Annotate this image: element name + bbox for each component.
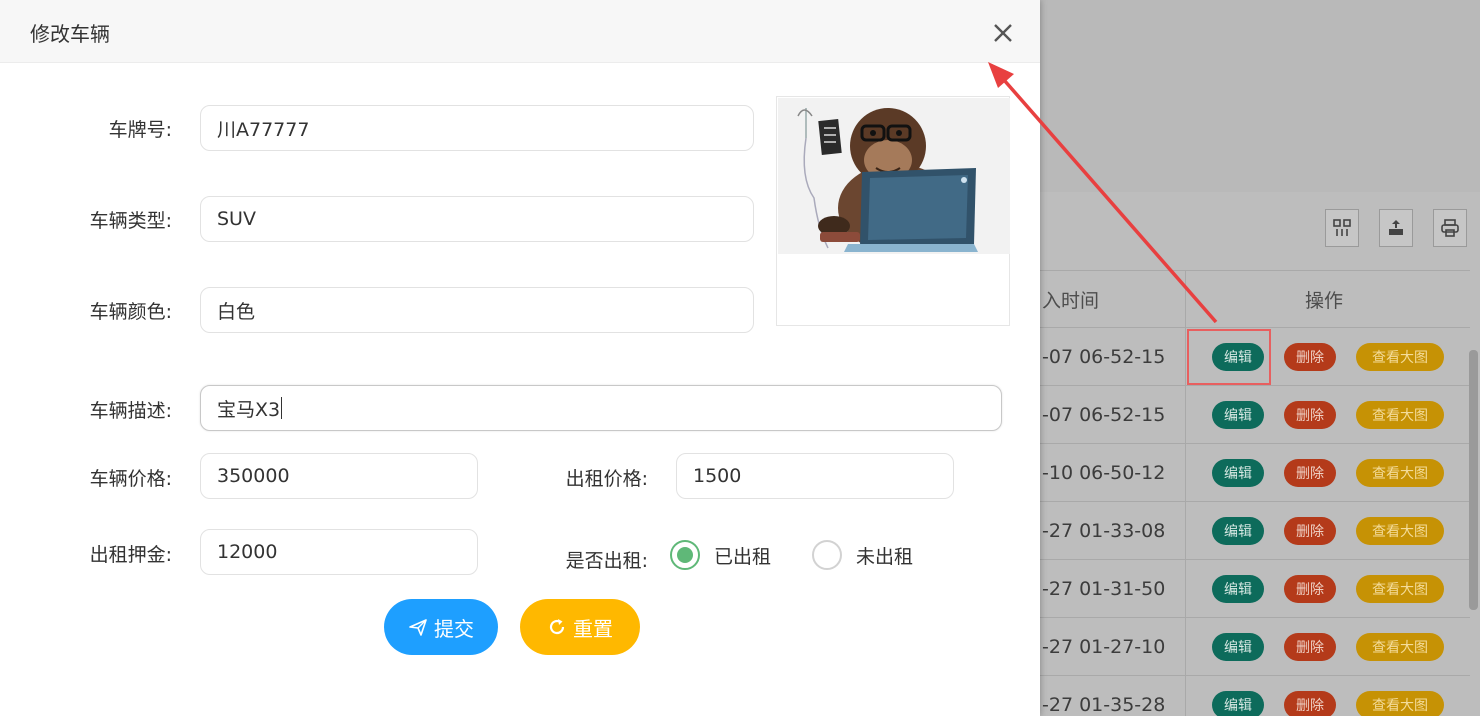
edit-button[interactable]: 编辑	[1212, 516, 1264, 545]
view-image-button[interactable]: 查看大图	[1356, 400, 1444, 429]
color-label: 车辆颜色:	[89, 301, 172, 323]
deposit-label: 出租押金:	[89, 544, 172, 566]
cell-operations: 编辑 删除 查看大图	[1185, 676, 1470, 716]
delete-button[interactable]: 删除	[1284, 516, 1336, 545]
radio-unchecked-icon	[812, 540, 842, 570]
reset-button[interactable]: 重置	[520, 599, 640, 655]
cell-operations: 编辑 删除 查看大图	[1185, 386, 1470, 443]
deposit-value: 12000	[217, 541, 278, 563]
edit-button[interactable]: 编辑	[1212, 458, 1264, 487]
delete-button[interactable]: 删除	[1284, 632, 1336, 661]
edit-button[interactable]: 编辑	[1212, 400, 1264, 429]
refresh-icon	[549, 619, 565, 635]
cell-operations: 编辑 删除 查看大图	[1185, 618, 1470, 675]
annotation-highlight-box	[1187, 329, 1271, 385]
description-label: 车辆描述:	[89, 400, 172, 422]
table-row: -27 01-31-50 编辑 删除 查看大图	[1040, 560, 1470, 618]
delete-button[interactable]: 删除	[1284, 400, 1336, 429]
radio-checked-icon	[670, 540, 700, 570]
price-value: 350000	[217, 465, 290, 487]
type-input[interactable]: SUV	[200, 196, 754, 242]
edit-vehicle-dialog: 修改车辆 车牌号: 川A77777 车辆类型: SUV 车辆颜色: 白色 车辆描…	[0, 0, 1040, 716]
rent-price-label: 出租价格:	[565, 468, 648, 490]
dialog-header: 修改车辆	[0, 0, 1040, 63]
delete-button[interactable]: 删除	[1284, 574, 1336, 603]
edit-button[interactable]: 编辑	[1212, 574, 1264, 603]
description-value: 宝马X3	[217, 398, 281, 421]
columns-icon[interactable]	[1325, 209, 1359, 247]
view-image-button[interactable]: 查看大图	[1356, 458, 1444, 487]
cell-operations: 编辑 删除 查看大图	[1185, 444, 1470, 501]
plate-label: 车牌号:	[108, 119, 172, 141]
cell-time: -07 06-52-15	[1042, 345, 1166, 368]
cell-time: -27 01-33-08	[1042, 519, 1166, 542]
submit-button[interactable]: 提交	[384, 599, 498, 655]
deposit-input[interactable]: 12000	[200, 529, 478, 575]
price-input[interactable]: 350000	[200, 453, 478, 499]
delete-button[interactable]: 删除	[1284, 342, 1336, 371]
radio-rented-label: 已出租	[714, 545, 772, 568]
vehicle-photo-upload[interactable]	[776, 96, 1010, 326]
plate-input[interactable]: 川A77777	[200, 105, 754, 151]
delete-button[interactable]: 删除	[1284, 690, 1336, 716]
send-icon	[409, 619, 427, 636]
export-icon[interactable]	[1379, 209, 1413, 247]
vehicle-photo	[778, 98, 1010, 254]
text-cursor	[281, 397, 283, 419]
dialog-title: 修改车辆	[30, 22, 110, 46]
description-input[interactable]: 宝马X3	[200, 385, 1002, 431]
submit-label: 提交	[434, 616, 474, 641]
table-row: -10 06-50-12 编辑 删除 查看大图	[1040, 444, 1470, 502]
view-image-button[interactable]: 查看大图	[1356, 690, 1444, 716]
column-header-time: 入时间	[1042, 289, 1100, 312]
plate-value: 川A77777	[217, 118, 310, 141]
table-body: -07 06-52-15 编辑 删除 查看大图 -07 06-52-15 编辑 删除 查看大图…	[1040, 328, 1470, 716]
radio-not-rented[interactable]: 未出租	[812, 540, 913, 570]
type-value: SUV	[217, 208, 256, 230]
column-header-operations: 操作	[1185, 271, 1470, 327]
edit-button[interactable]: 编辑	[1212, 690, 1264, 716]
delete-button[interactable]: 删除	[1284, 458, 1336, 487]
radio-rented[interactable]: 已出租	[670, 540, 771, 570]
cell-time: -27 01-31-50	[1042, 577, 1166, 600]
view-image-button[interactable]: 查看大图	[1356, 342, 1444, 371]
price-label: 车辆价格:	[89, 468, 172, 490]
table-row: -27 01-33-08 编辑 删除 查看大图	[1040, 502, 1470, 560]
color-input[interactable]: 白色	[200, 287, 754, 333]
type-label: 车辆类型:	[89, 210, 172, 232]
cell-time: -07 06-52-15	[1042, 403, 1166, 426]
cell-time: -10 06-50-12	[1042, 461, 1166, 484]
reset-label: 重置	[573, 616, 613, 641]
rented-label: 是否出租:	[565, 550, 648, 572]
table-row: -27 01-27-10 编辑 删除 查看大图	[1040, 618, 1470, 676]
rent-price-input[interactable]: 1500	[676, 453, 954, 499]
cell-time: -27 01-35-28	[1042, 693, 1166, 716]
view-image-button[interactable]: 查看大图	[1356, 632, 1444, 661]
edit-button[interactable]: 编辑	[1212, 632, 1264, 661]
color-value: 白色	[217, 300, 256, 323]
cell-operations: 编辑 删除 查看大图	[1185, 560, 1470, 617]
close-icon[interactable]	[990, 20, 1016, 46]
view-image-button[interactable]: 查看大图	[1356, 574, 1444, 603]
table-row: -27 01-35-28 编辑 删除 查看大图	[1040, 676, 1470, 716]
scrollbar[interactable]	[1469, 350, 1478, 610]
cell-operations: 编辑 删除 查看大图	[1185, 502, 1470, 559]
rent-price-value: 1500	[693, 465, 742, 487]
view-image-button[interactable]: 查看大图	[1356, 516, 1444, 545]
table-header: 入时间 操作	[1040, 270, 1470, 328]
table-row: -07 06-52-15 编辑 删除 查看大图	[1040, 386, 1470, 444]
cell-time: -27 01-27-10	[1042, 635, 1166, 658]
print-icon[interactable]	[1433, 209, 1467, 247]
radio-not-rented-label: 未出租	[856, 545, 914, 568]
